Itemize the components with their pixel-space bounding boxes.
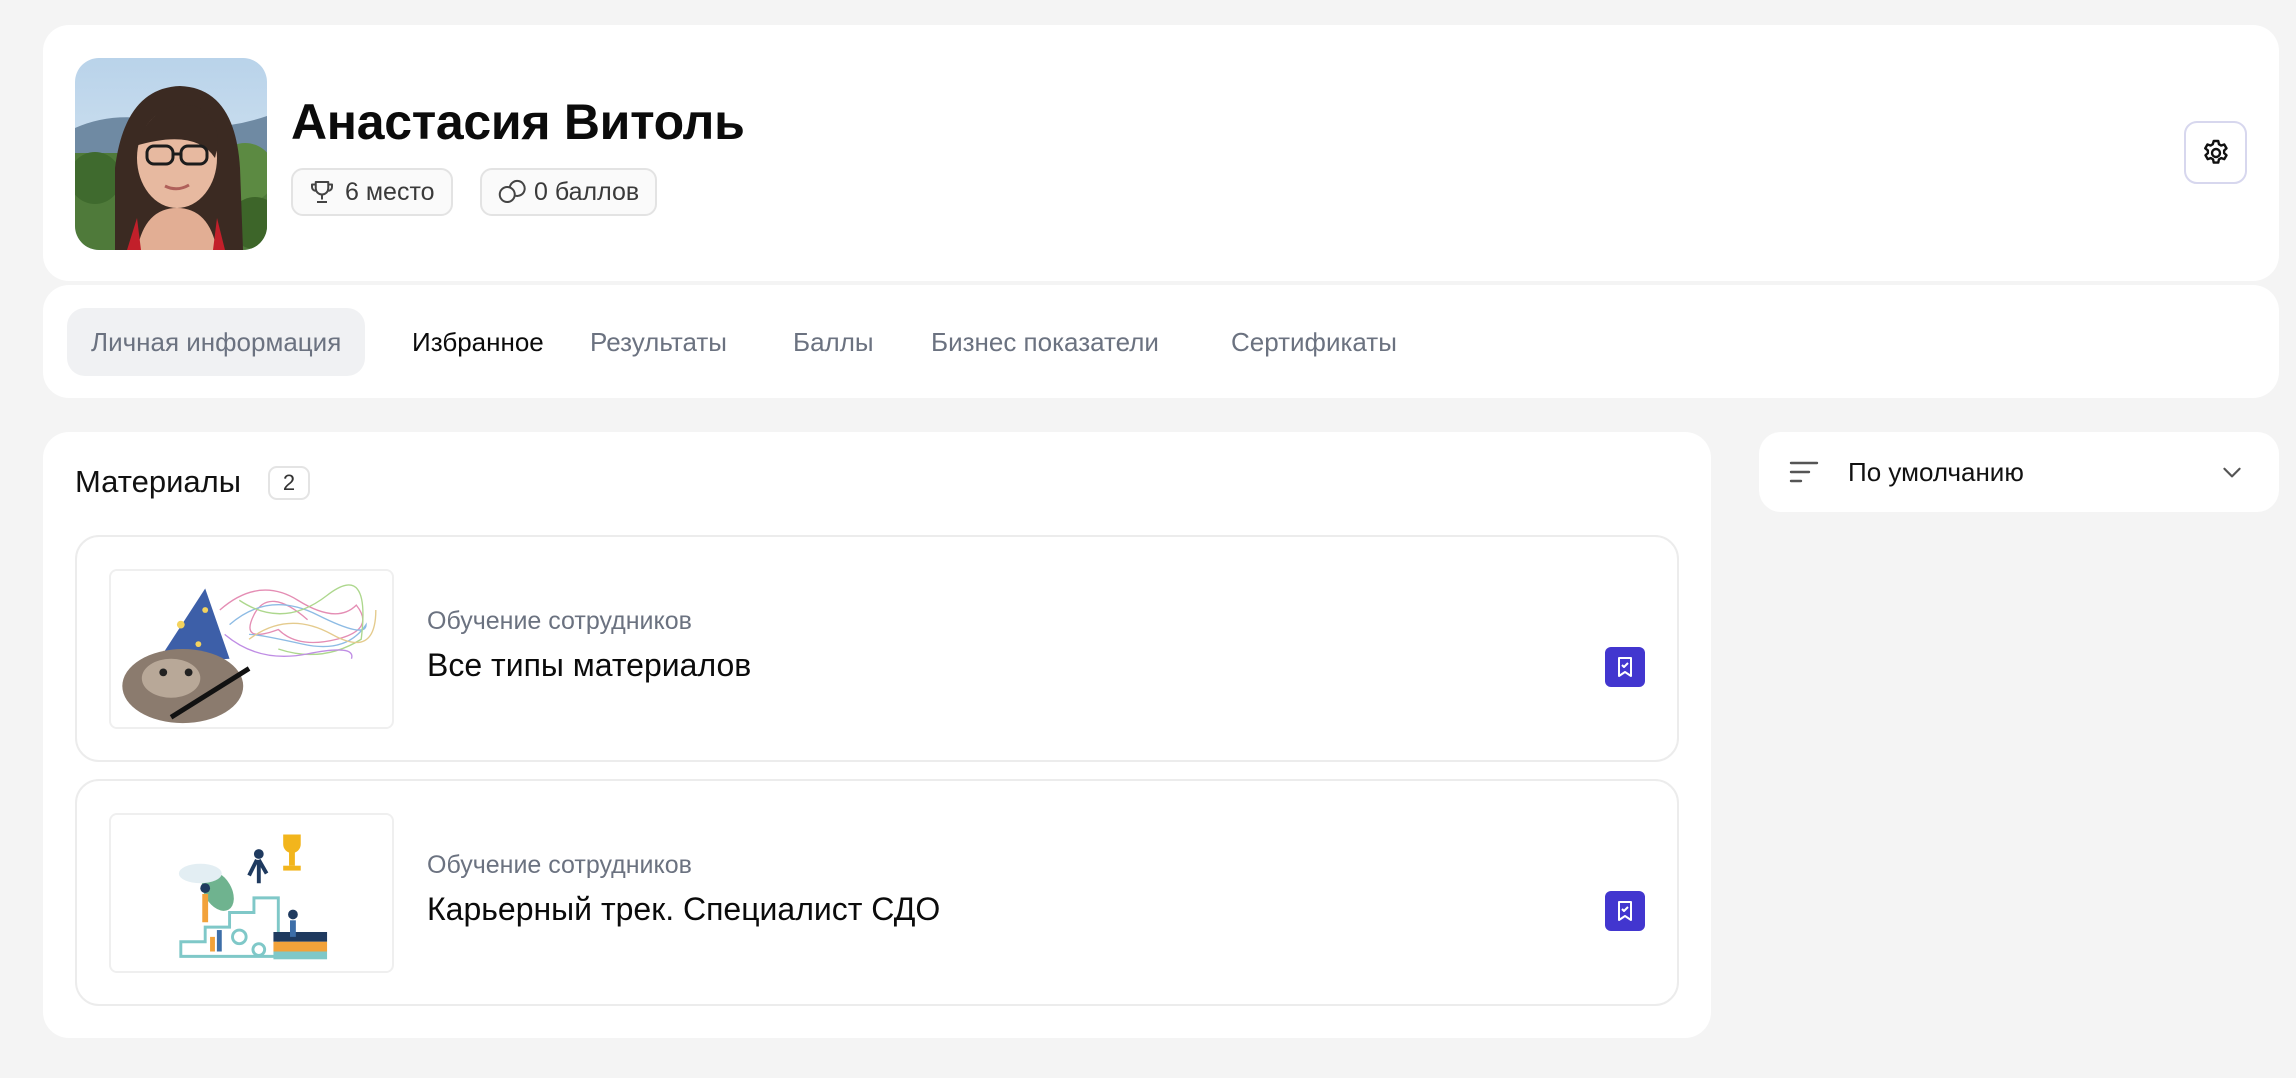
trophy-icon: [311, 181, 333, 203]
chevron-down-icon: [2223, 467, 2241, 478]
tab-points[interactable]: Баллы: [769, 308, 898, 376]
sort-lines-icon: [1789, 461, 1819, 483]
tab-results[interactable]: Результаты: [566, 308, 751, 376]
tab-business-metrics[interactable]: Бизнес показатели: [907, 308, 1183, 376]
material-category: Обучение сотрудников: [427, 851, 692, 879]
material-thumbnail: [109, 813, 394, 973]
bookmark-check-icon: [1618, 901, 1632, 921]
profile-card: Анастасия Витоль 6 место 0 баллов: [43, 25, 2279, 281]
material-category: Обучение сотрудников: [427, 607, 692, 635]
user-name: Анастасия Витоль: [291, 94, 745, 150]
avatar-photo: [75, 58, 267, 250]
bookmark-check-icon: [1618, 657, 1632, 677]
rank-badge: 6 место: [291, 168, 453, 216]
material-thumbnail: [109, 569, 394, 729]
gear-icon: [2203, 139, 2228, 164]
materials-count-badge: 2: [268, 466, 310, 500]
materials-panel: Материалы 2 Обучение сотрудников Все тип…: [43, 432, 1711, 1038]
sort-dropdown[interactable]: По умолчанию: [1759, 432, 2279, 512]
avatar: [75, 58, 267, 250]
tab-personal-info[interactable]: Личная информация: [67, 308, 366, 376]
career-stairs-image: [112, 815, 391, 971]
tab-certificates[interactable]: Сертификаты: [1207, 308, 1421, 376]
materials-title: Материалы: [75, 464, 241, 499]
sort-selected-value: По умолчанию: [1848, 457, 2024, 487]
material-card[interactable]: Обучение сотрудников Карьерный трек. Спе…: [75, 779, 1679, 1006]
material-title[interactable]: Все типы материалов: [427, 647, 751, 684]
settings-button[interactable]: [2184, 121, 2247, 184]
tab-favorites[interactable]: Избранное: [388, 308, 568, 376]
coins-icon: [498, 179, 526, 203]
profile-tabs: Личная информация Избранное Результаты Б…: [43, 285, 2279, 398]
bookmark-button[interactable]: [1605, 647, 1645, 687]
rank-label: 6 место: [345, 177, 435, 206]
points-badge: 0 баллов: [480, 168, 658, 216]
bookmark-button[interactable]: [1605, 891, 1645, 931]
wizard-cat-image: [112, 571, 391, 727]
material-card[interactable]: Обучение сотрудников Все типы материалов: [75, 535, 1679, 762]
points-label: 0 баллов: [534, 177, 640, 206]
material-title[interactable]: Карьерный трек. Специалист СДО: [427, 891, 940, 928]
